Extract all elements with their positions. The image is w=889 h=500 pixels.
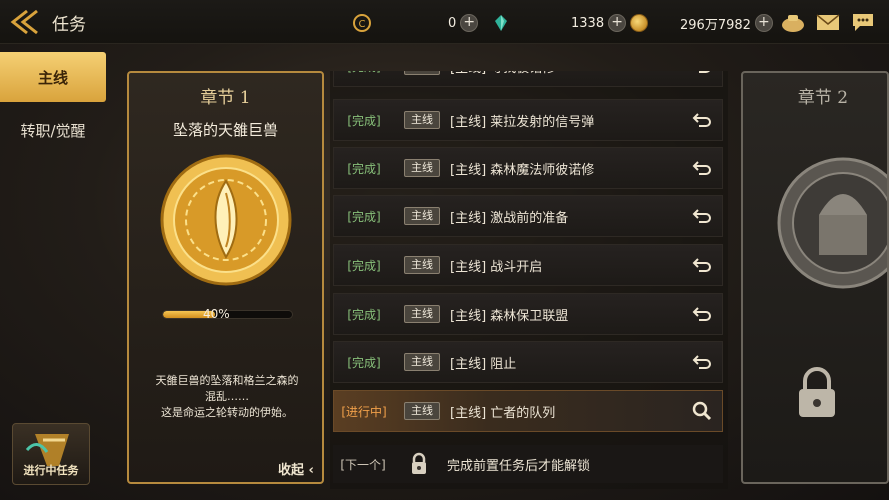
quest-status: [完成] [347, 209, 381, 224]
quest-row[interactable]: [进行中] 主线 [主线] 亡者的队列 [333, 390, 723, 432]
quest-status: [完成] [347, 355, 381, 370]
gold-display [630, 12, 648, 34]
chapter-2-lock-icon [799, 367, 835, 417]
next-quest-label: [下一个] [340, 457, 386, 472]
chapter-2-header: 章节 2 [797, 88, 849, 108]
chapter-2-card[interactable]: 章节 2 [741, 71, 889, 484]
return-icon[interactable] [682, 250, 722, 280]
currency-c-icon: C [353, 14, 371, 32]
quest-title: [主线] 寻找彼诺修 [450, 71, 682, 76]
return-icon[interactable] [682, 71, 722, 81]
back-button[interactable] [4, 5, 46, 39]
quest-row[interactable]: [完成] 主线 [主线] 森林保卫联盟 [333, 293, 723, 335]
chapter-2-medal-icon [777, 157, 887, 289]
mail-button[interactable] [815, 11, 841, 33]
quest-status: [完成] [347, 307, 381, 322]
quest-title: [主线] 莱拉发射的信号弹 [450, 114, 595, 130]
quest-row[interactable]: [完成] 主线 [主线] 莱拉发射的信号弹 [333, 99, 723, 141]
quest-title: [主线] 阻止 [450, 356, 517, 372]
top-bar: 任务 C 0 + 1338 + 296万7982 + [0, 0, 889, 44]
quest-title: [主线] 战斗开启 [450, 259, 543, 275]
quest-tag: 主线 [404, 305, 440, 323]
quest-row[interactable]: [完成] 主线 [主线] 激战前的准备 [333, 195, 723, 237]
lock-icon [399, 449, 439, 479]
quest-tag: 主线 [404, 256, 440, 274]
chapter-1-desc-line3: 这是命运之轮转动的伊始。 [161, 406, 293, 419]
quest-title: [主线] 激战前的准备 [450, 210, 569, 226]
tab-job-awaken[interactable]: 转职/觉醒 [0, 106, 106, 154]
currency1-value: 0 [448, 15, 457, 31]
bag-button[interactable] [780, 11, 806, 33]
quest-row[interactable]: [完成] 主线 [主线] 战斗开启 [333, 244, 723, 286]
in-progress-label: 进行中任务 [23, 464, 79, 477]
page-title: 任务 [52, 15, 86, 35]
chapter-1-desc-line1: 天雒巨兽的坠落和格兰之森的 [155, 374, 299, 387]
chapter-progress-label: 40% [203, 307, 230, 321]
chapter-1-header: 章节 1 [200, 88, 251, 108]
quest-row[interactable]: [完成] 主线 [主线] 森林魔法师彼诺修 [333, 147, 723, 189]
currency1-display: C [352, 12, 372, 34]
quest-row[interactable]: [完成] 主线 [主线] 寻找彼诺修 [333, 71, 723, 87]
tab-main-quest[interactable]: 主线 [0, 52, 106, 102]
quest-tag: 主线 [404, 159, 440, 177]
gem-amount: 1338 + [571, 12, 627, 34]
quest-tag: 主线 [404, 111, 440, 129]
return-icon[interactable] [682, 105, 722, 135]
quest-title: [主线] 亡者的队列 [450, 405, 556, 421]
chapter-1-desc-line2: 混乱…… [205, 390, 249, 403]
mail-icon [816, 14, 840, 30]
quest-title: [主线] 森林魔法师彼诺修 [450, 162, 595, 178]
gem-display [492, 12, 510, 34]
quest-status: [完成] [347, 161, 381, 176]
quest-tag: 主线 [404, 71, 440, 75]
gem-icon [495, 15, 507, 31]
quest-tag: 主线 [404, 207, 440, 225]
quest-title: [主线] 森林保卫联盟 [450, 308, 569, 324]
svg-text:C: C [359, 19, 366, 30]
next-quest-text: 完成前置任务后才能解锁 [447, 458, 591, 474]
collapse-label: 收起 [278, 463, 305, 478]
chapter-1-title: 坠落的天雒巨兽 [172, 121, 278, 139]
return-icon[interactable] [682, 299, 722, 329]
chapter-1-card[interactable]: 章节 1 坠落的天雒巨兽 40% 天雒巨兽的坠落和格兰之森的 混乱…… 这是命运… [127, 71, 324, 484]
gem-value: 1338 [571, 15, 605, 31]
return-icon[interactable] [682, 201, 722, 231]
bag-icon [782, 15, 804, 32]
add-currency1-button[interactable]: + [460, 14, 479, 32]
chat-icon [853, 14, 873, 31]
collapse-button[interactable]: 收起 ‹ [278, 459, 314, 478]
in-progress-quests-button[interactable]: 进行中任务 [12, 423, 90, 485]
chat-button[interactable] [850, 11, 876, 33]
gold-value: 296万7982 [680, 17, 751, 33]
add-gold-button[interactable]: + [754, 14, 773, 32]
back-arrow-icon [10, 9, 38, 35]
quest-list[interactable]: [完成] 主线 [主线] 寻找彼诺修 [完成] 主线 [主线] 莱拉发射的信号弹 [完成] 主… [330, 71, 728, 489]
currency1-amount: 0 + [448, 12, 479, 34]
quest-tag: 主线 [404, 353, 440, 371]
return-icon[interactable] [682, 347, 722, 377]
add-gem-button[interactable]: + [608, 14, 627, 32]
return-icon[interactable] [682, 153, 722, 183]
search-icon[interactable] [682, 396, 722, 426]
chapter-1-medal-icon [160, 154, 292, 286]
gold-amount: 296万7982 + [680, 12, 773, 34]
chapter-1-description: 天雒巨兽的坠落和格兰之森的 混乱…… 这是命运之轮转动的伊始。 [141, 373, 313, 421]
chevron-left-icon: ‹ [308, 463, 314, 478]
quest-tag: 主线 [404, 402, 440, 420]
quest-status: [进行中] [341, 404, 387, 419]
quest-status: [完成] [334, 71, 394, 75]
quest-row[interactable]: [完成] 主线 [主线] 阻止 [333, 341, 723, 383]
next-quest-row: [下一个] 完成前置任务后才能解锁 [333, 445, 723, 483]
quest-status: [完成] [347, 258, 381, 273]
quest-status: [完成] [347, 113, 381, 128]
gold-coin-icon [630, 14, 648, 32]
